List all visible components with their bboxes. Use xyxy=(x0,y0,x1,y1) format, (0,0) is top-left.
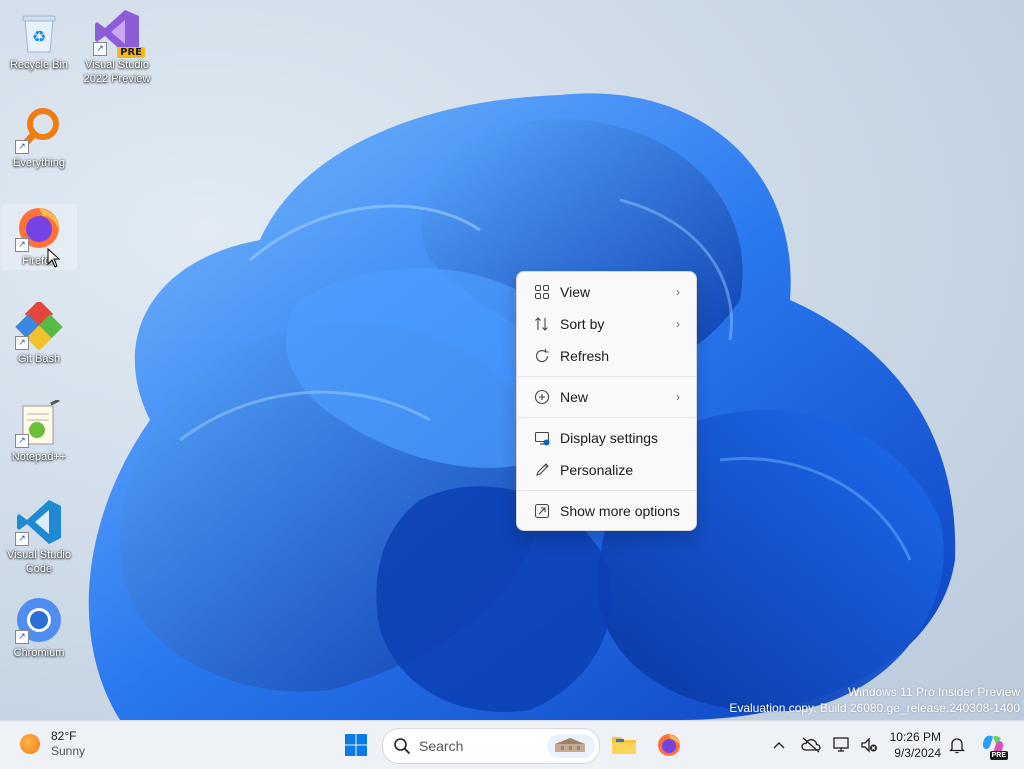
search-placeholder: Search xyxy=(419,738,464,754)
menu-separator xyxy=(517,376,696,377)
notepadpp-icon: ↗ xyxy=(15,398,63,448)
firefox-taskbar-button[interactable] xyxy=(651,727,687,763)
desktop-icon-recycle-bin[interactable]: ♻ Recycle Bin xyxy=(1,8,77,72)
desktop-icon-label: Chromium xyxy=(13,647,65,659)
menu-item-sort-by[interactable]: Sort by › xyxy=(521,309,692,339)
plus-circle-icon xyxy=(532,387,552,407)
desktop-icon-label: Git Bash xyxy=(17,353,61,365)
bloom-wallpaper xyxy=(88,93,956,720)
mouse-cursor-icon xyxy=(47,248,61,268)
menu-item-label: New xyxy=(560,389,589,405)
shortcut-arrow-icon: ↗ xyxy=(15,532,29,546)
desktop-icon-chromium[interactable]: ↗ Chromium xyxy=(1,596,77,660)
grid-icon xyxy=(532,282,552,302)
desktop-icon-vscode[interactable]: ↗ Visual Studio Code xyxy=(1,498,77,576)
desktop-icon-label: Everything xyxy=(13,157,65,169)
pre-badge: PRE xyxy=(117,47,145,58)
desktop-icon-label: Recycle Bin xyxy=(9,59,69,71)
menu-item-label: Refresh xyxy=(560,348,610,364)
system-clock[interactable]: 10:26 PM 9/3/2024 xyxy=(885,729,941,761)
menu-separator xyxy=(517,490,696,491)
firefox-icon xyxy=(658,734,680,756)
weather-temperature: 82°F xyxy=(51,729,77,743)
everything-search-icon: ↗ xyxy=(15,106,63,154)
cloud-off-icon xyxy=(801,737,821,753)
desktop-icon-label: Notepad++ xyxy=(11,451,67,463)
shortcut-arrow-icon: ↗ xyxy=(15,434,29,448)
more-options-icon xyxy=(532,501,552,521)
recycle-bin-icon: ♻ xyxy=(15,8,63,56)
refresh-icon xyxy=(532,346,552,366)
taskbar: 82°F Sunny Search 10:26 PM 9/3/2024 PRE xyxy=(0,720,1024,769)
chevron-up-icon xyxy=(773,742,785,749)
shortcut-arrow-icon: ↗ xyxy=(15,336,29,350)
menu-separator xyxy=(517,417,696,418)
desktop[interactable]: ♻ Recycle Bin ↗ PRE Visual Studio 2022 P… xyxy=(0,0,1024,720)
desktop-context-menu: View › Sort by › Refresh New › Display s… xyxy=(516,271,697,531)
search-highlight-art-icon xyxy=(547,734,595,758)
desktop-icon-notepadpp[interactable]: ↗ Notepad++ xyxy=(1,398,77,464)
shortcut-arrow-icon: ↗ xyxy=(15,238,29,252)
shortcut-arrow-icon: ↗ xyxy=(15,140,29,154)
menu-item-display-settings[interactable]: Display settings xyxy=(521,423,692,453)
svg-text:♻: ♻ xyxy=(32,27,46,46)
menu-item-label: Personalize xyxy=(560,462,634,478)
menu-item-view[interactable]: View › xyxy=(521,277,692,307)
shortcut-arrow-icon: ↗ xyxy=(93,42,107,56)
git-bash-icon: ↗ xyxy=(15,299,63,351)
menu-item-label: View xyxy=(560,284,591,300)
visual-studio-icon: ↗ PRE xyxy=(93,8,145,58)
desktop-icon-visual-studio[interactable]: ↗ PRE Visual Studio 2022 Preview xyxy=(79,8,155,86)
shortcut-arrow-icon: ↗ xyxy=(15,630,29,644)
menu-item-label: Sort by xyxy=(560,316,605,332)
display-settings-icon xyxy=(532,428,552,448)
show-hidden-icons-button[interactable] xyxy=(769,735,789,755)
network-button[interactable] xyxy=(833,735,853,755)
search-icon xyxy=(394,738,410,754)
menu-item-new[interactable]: New › xyxy=(521,382,692,412)
menu-item-show-more-options[interactable]: Show more options xyxy=(521,496,692,526)
bell-icon xyxy=(949,738,965,754)
menu-item-refresh[interactable]: Refresh xyxy=(521,341,692,371)
sort-icon xyxy=(532,314,552,334)
onedrive-status-button[interactable] xyxy=(801,735,821,755)
windows-logo-icon xyxy=(345,734,367,756)
clock-date: 9/3/2024 xyxy=(894,746,941,760)
desktop-icon-label: Firefox xyxy=(22,255,56,267)
folder-icon xyxy=(612,737,636,754)
start-button[interactable] xyxy=(338,727,374,763)
copilot-button[interactable]: PRE xyxy=(980,733,1008,760)
chevron-right-icon: › xyxy=(676,285,680,299)
menu-item-label: Show more options xyxy=(560,503,680,519)
notifications-button[interactable] xyxy=(947,735,967,755)
weather-widget[interactable]: 82°F Sunny xyxy=(20,729,85,759)
volume-button[interactable] xyxy=(859,735,879,755)
evaluation-watermark: Windows 11 Pro Insider Preview Evaluatio… xyxy=(729,684,1020,716)
vscode-icon: ↗ xyxy=(15,498,63,546)
menu-item-label: Display settings xyxy=(560,430,659,446)
taskbar-search-box[interactable]: Search xyxy=(382,728,600,764)
desktop-icon-git-bash[interactable]: ↗ Git Bash xyxy=(1,299,77,366)
desktop-icon-label: Visual Studio Code xyxy=(6,549,71,575)
menu-item-personalize[interactable]: Personalize xyxy=(521,455,692,485)
pen-icon xyxy=(532,460,552,480)
file-explorer-button[interactable] xyxy=(606,727,642,763)
pre-badge: PRE xyxy=(989,751,1008,760)
speaker-muted-icon xyxy=(861,737,877,753)
watermark-line-1: Windows 11 Pro Insider Preview xyxy=(848,685,1020,699)
watermark-line-2: Evaluation copy. Build 26080.ge_release.… xyxy=(729,701,1020,715)
firefox-icon: ↗ xyxy=(15,204,63,252)
chromium-icon: ↗ xyxy=(15,596,63,644)
chevron-right-icon: › xyxy=(676,390,680,404)
sun-icon xyxy=(20,734,40,754)
weather-condition: Sunny xyxy=(51,744,86,758)
network-disconnected-icon xyxy=(833,737,849,752)
chevron-right-icon: › xyxy=(676,317,680,331)
desktop-icon-firefox[interactable]: ↗ Firefox xyxy=(1,204,77,270)
clock-time: 10:26 PM xyxy=(889,730,941,744)
desktop-icon-everything[interactable]: ↗ Everything xyxy=(1,106,77,170)
desktop-icon-label: Visual Studio 2022 Preview xyxy=(83,59,151,85)
